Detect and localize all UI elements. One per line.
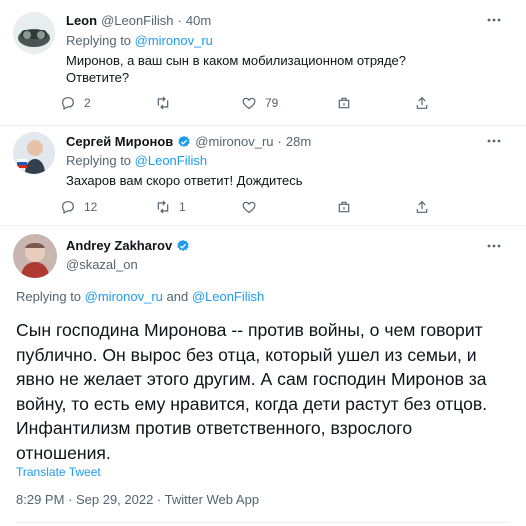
author-handle[interactable]: @LeonFilish	[101, 13, 173, 28]
reply-count: 2	[84, 96, 91, 110]
reply-button[interactable]: 12	[60, 197, 97, 217]
tweet-metadata: 8:29 PM · Sep 29, 2022 · Twitter Web App	[16, 492, 260, 507]
upload-icon	[416, 200, 428, 213]
like-button[interactable]: 79	[241, 93, 278, 113]
retweet-button[interactable]: 1	[155, 197, 186, 217]
replying-label: Replying to	[16, 289, 85, 304]
replying-to: Replying to @mironov_ru and @LeonFilish	[16, 289, 264, 304]
tweet-text: Захаров вам скоро ответит! Дождитесь	[66, 172, 506, 189]
more-icon	[487, 139, 501, 143]
replying-link[interactable]: @mironov_ru	[135, 33, 213, 48]
verified-icon	[178, 135, 190, 147]
leon-avatar-image	[13, 12, 55, 54]
upload-button[interactable]	[414, 93, 430, 113]
author-name[interactable]: Сергей Миронов	[66, 134, 173, 149]
reply-button[interactable]: 2	[60, 93, 91, 113]
avatar[interactable]	[13, 234, 57, 278]
main-tweet-text: Сын господина Миронова -- против войны, …	[16, 320, 488, 463]
author-handle-row: @skazal_on	[66, 257, 138, 272]
zakharov-avatar-image	[13, 234, 57, 278]
more-button[interactable]	[484, 236, 504, 256]
avatar[interactable]	[13, 12, 55, 54]
replying-to: Replying to @LeonFilish	[66, 153, 207, 168]
reply-icon	[62, 201, 74, 215]
translate-tweet-link[interactable]: Translate Tweet	[16, 465, 101, 479]
tweet-mironov[interactable]: Сергей Миронов @mironov_ru · 28m Replyin…	[0, 126, 526, 228]
author-handle[interactable]: @mironov_ru	[195, 134, 273, 149]
tweet-header: Сергей Миронов @mironov_ru · 28m	[66, 134, 311, 149]
like-icon	[242, 97, 256, 110]
replying-and: and	[162, 289, 192, 304]
tweet-text: Миронов, а ваш сын в каком мобилизационн…	[66, 52, 506, 86]
retweet-icon	[157, 200, 169, 214]
replying-to: Replying to @mironov_ru	[66, 33, 213, 48]
share-icon	[338, 97, 350, 109]
tweet-text-line: Миронов, а ваш сын в каком мобилизационн…	[66, 53, 406, 68]
share-button[interactable]	[336, 93, 352, 113]
replying-label: Replying to	[66, 153, 135, 168]
action-bar: 12 1	[60, 197, 440, 217]
action-bar: 2 79	[60, 93, 440, 113]
tweet-leon[interactable]: Leon @LeonFilish · 40m Replying to @miro…	[0, 0, 526, 128]
tweet-header: Andrey Zakharov	[66, 238, 190, 253]
replying-link[interactable]: @mironov_ru	[85, 289, 163, 304]
mironov-avatar-image	[13, 132, 55, 174]
replying-label: Replying to	[66, 33, 135, 48]
reply-icon	[62, 97, 74, 111]
like-icon	[242, 201, 256, 214]
upload-icon	[416, 96, 428, 109]
replying-link[interactable]: @LeonFilish	[192, 289, 264, 304]
more-button[interactable]	[484, 10, 504, 30]
share-icon	[338, 201, 350, 213]
more-icon	[487, 18, 501, 22]
tweet-time[interactable]: 40m	[186, 13, 211, 28]
retweet-icon	[157, 96, 169, 110]
retweet-button[interactable]	[155, 93, 179, 113]
author-handle[interactable]: @skazal_on	[66, 257, 138, 272]
tweet-text-line: Захаров вам скоро ответит! Дождитесь	[66, 173, 303, 188]
retweet-count: 1	[179, 200, 186, 214]
upload-button[interactable]	[414, 197, 430, 217]
share-button[interactable]	[336, 197, 352, 217]
like-count: 79	[265, 96, 279, 110]
author-name[interactable]: Andrey Zakharov	[66, 238, 172, 253]
tweet-header: Leon @LeonFilish · 40m	[66, 13, 211, 28]
divider	[16, 522, 510, 523]
reply-count: 12	[84, 200, 98, 214]
separator-dot: ·	[277, 134, 282, 149]
verified-icon	[177, 239, 189, 251]
tweet-text-line: Ответите?	[66, 70, 130, 85]
separator-dot: ·	[177, 13, 182, 28]
author-name[interactable]: Leon	[66, 13, 97, 28]
avatar[interactable]	[13, 132, 55, 174]
tweet-time[interactable]: 28m	[286, 134, 311, 149]
like-button[interactable]	[241, 197, 265, 217]
more-icon	[487, 244, 501, 248]
replying-link[interactable]: @LeonFilish	[135, 153, 207, 168]
more-button[interactable]	[484, 131, 504, 151]
